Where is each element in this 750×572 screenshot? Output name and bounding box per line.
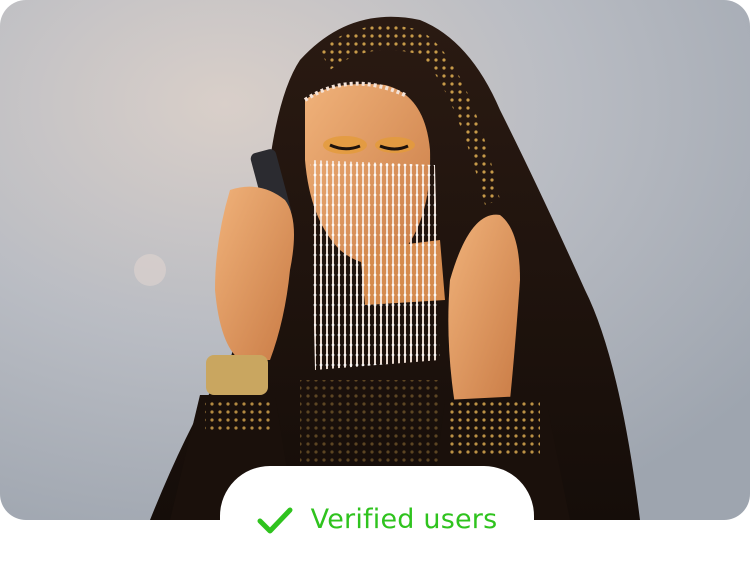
badge-label: Verified users: [310, 504, 498, 535]
veiled-woman-photo: [0, 0, 750, 520]
check-icon: [257, 507, 293, 534]
hero-photo: [0, 0, 750, 520]
verified-users-badge: Verified users: [220, 466, 534, 572]
